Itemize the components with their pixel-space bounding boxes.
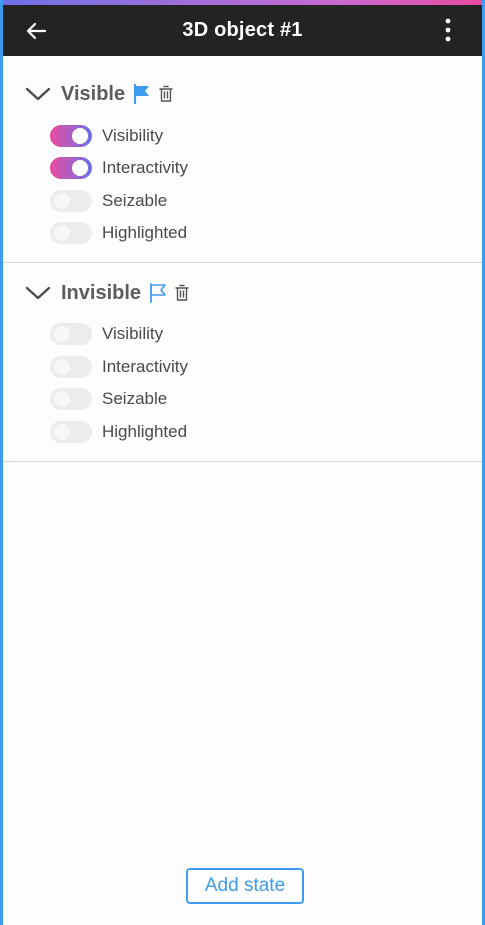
state-section-invisible: Invisible Visibility Interactivity Seiza… [3,273,482,462]
default-state-flag-button[interactable] [133,84,151,104]
option-row: Visibility [50,123,163,149]
app-header: 3D object #1 [3,5,482,56]
option-row: Visibility [50,321,163,347]
highlighted-toggle[interactable] [50,222,92,244]
state-name: Invisible [61,281,142,304]
interactivity-toggle[interactable] [50,356,92,378]
app-frame: 3D object #1 Visible Visibility Interact… [0,0,485,925]
back-button[interactable] [21,16,51,46]
delete-state-button[interactable] [175,284,189,302]
option-label: Visibility [102,324,164,343]
collapse-toggle[interactable] [25,86,51,102]
seizable-toggle[interactable] [50,190,92,212]
option-row: Seizable [50,386,167,412]
option-row: Seizable [50,188,167,214]
visibility-toggle[interactable] [50,125,92,147]
option-label: Interactivity [102,357,188,376]
option-row: Highlighted [50,220,187,246]
add-state-button[interactable]: Add state [186,868,304,904]
option-label: Highlighted [102,422,188,441]
option-label: Seizable [102,389,168,408]
state-header: Visible [25,74,173,114]
option-label: Seizable [102,191,168,210]
highlighted-toggle[interactable] [50,421,92,443]
state-section-visible: Visible Visibility Interactivity Seizabl… [3,74,482,263]
flag-outline-icon [150,283,166,303]
delete-state-button[interactable] [159,85,173,103]
collapse-toggle[interactable] [25,285,51,301]
more-vertical-icon [445,18,451,42]
flag-filled-icon [134,84,150,104]
state-name: Visible [61,82,126,105]
arrow-left-icon [26,22,47,40]
option-label: Visibility [102,126,164,145]
option-row: Interactivity [50,354,188,380]
state-header: Invisible [25,273,189,313]
chevron-down-icon [25,87,51,101]
trash-icon [175,284,189,301]
trash-icon [159,85,173,102]
default-state-flag-button[interactable] [149,283,167,303]
interactivity-toggle[interactable] [50,157,92,179]
option-label: Highlighted [102,223,188,242]
visibility-toggle[interactable] [50,323,92,345]
more-options-button[interactable] [436,15,460,45]
chevron-down-icon [25,286,51,300]
page-title: 3D object #1 [182,19,303,41]
seizable-toggle[interactable] [50,388,92,410]
option-row: Highlighted [50,419,187,445]
option-label: Interactivity [102,158,188,177]
option-row: Interactivity [50,155,188,181]
